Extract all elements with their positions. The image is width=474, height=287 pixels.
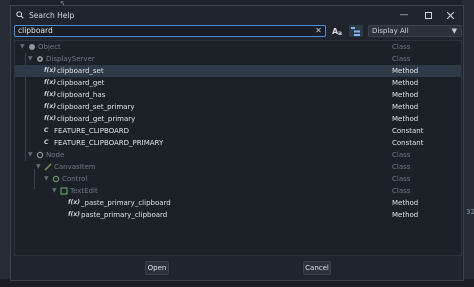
method-icon: f(x)	[68, 199, 80, 206]
result-name: paste_primary_clipboard	[81, 211, 168, 219]
result-type: Method	[392, 211, 419, 219]
open-button[interactable]: Open	[145, 261, 169, 275]
canvas-item-icon	[44, 163, 53, 171]
chevron-down-icon: ▼	[451, 27, 457, 35]
display-filter-value: Display All	[371, 27, 409, 35]
method-icon: f(x)	[44, 103, 56, 110]
result-type: Class	[392, 55, 411, 63]
constant-icon: C	[44, 127, 49, 134]
dialog-footer: Open Cancel	[11, 256, 463, 280]
result-type: Class	[392, 175, 411, 183]
result-type: Method	[392, 103, 419, 111]
result-row[interactable]: C FEATURE_CLIPBOARD_PRIMARY Constant	[15, 137, 461, 149]
cancel-button[interactable]: Cancel	[303, 261, 331, 275]
expand-arrow-icon[interactable]: ▼	[20, 41, 25, 53]
result-type: Method	[392, 199, 419, 207]
minimize-button[interactable]: —	[393, 6, 415, 24]
result-row[interactable]: ▼ CanvasItem Class	[15, 161, 461, 173]
hierarchy-toggle-button[interactable]	[349, 25, 363, 37]
result-type: Constant	[392, 139, 424, 147]
display-server-icon	[36, 55, 45, 63]
search-input-value: clipboard	[18, 26, 53, 35]
result-row[interactable]: f(x) clipboard_has Method	[15, 89, 461, 101]
result-type: Method	[392, 115, 419, 123]
result-row[interactable]: f(x) clipboard_get_primary Method	[15, 113, 461, 125]
hierarchy-icon	[351, 26, 361, 36]
result-name: Object	[38, 43, 61, 51]
result-name: DisplayServer	[46, 55, 95, 63]
maximize-icon	[424, 11, 432, 19]
result-name: _paste_primary_clipboard	[81, 199, 171, 207]
method-icon: f(x)	[44, 79, 56, 86]
text-edit-icon	[60, 187, 69, 195]
result-row[interactable]: ▼ Object Class	[15, 41, 461, 53]
control-icon	[52, 175, 61, 183]
case-sensitive-icon: A a	[332, 27, 342, 36]
display-filter-select[interactable]: Display All ▼	[367, 25, 462, 37]
result-row[interactable]: f(x) clipboard_set_primary Method	[15, 101, 461, 113]
result-name: clipboard_set	[57, 67, 104, 75]
search-help-dialog: Search Help — clipboard ✕ A a Display Al…	[10, 5, 464, 281]
window-title: Search Help	[29, 10, 75, 20]
result-row[interactable]: ▼ TextEdit Class	[15, 185, 461, 197]
result-row[interactable]: C FEATURE_CLIPBOARD Constant	[15, 125, 461, 137]
result-row[interactable]: ▼ DisplayServer Class	[15, 53, 461, 65]
result-row[interactable]: f(x) clipboard_get Method	[15, 77, 461, 89]
result-type: Method	[392, 67, 419, 75]
node-icon	[36, 151, 45, 159]
result-row[interactable]: f(x) _paste_primary_clipboard Method	[15, 197, 461, 209]
result-type: Class	[392, 187, 411, 195]
result-name: clipboard_has	[57, 91, 106, 99]
svg-text:a: a	[338, 30, 342, 36]
result-name: clipboard_set_primary	[57, 103, 135, 111]
background-line-number: 32	[466, 208, 474, 216]
result-type: Method	[392, 79, 419, 87]
result-row[interactable]: ▼ Node Class	[15, 149, 461, 161]
close-icon	[446, 11, 454, 19]
result-type: Class	[392, 163, 411, 171]
result-name: clipboard_get	[57, 79, 105, 87]
result-name: Node	[46, 151, 65, 159]
method-icon: f(x)	[44, 115, 56, 122]
search-input[interactable]: clipboard ✕	[14, 25, 326, 37]
result-name: CanvasItem	[54, 163, 96, 171]
object-icon	[28, 43, 37, 51]
results-tree[interactable]: ▼ Object Class ▼ DisplayServer Class f(x) clipb…	[14, 40, 462, 256]
close-button[interactable]	[439, 6, 461, 24]
result-type: Class	[392, 43, 411, 51]
result-row[interactable]: f(x) paste_primary_clipboard Method	[15, 209, 461, 221]
result-name: FEATURE_CLIPBOARD	[54, 127, 130, 135]
result-type: Constant	[392, 127, 424, 135]
background-panel-left	[0, 0, 10, 287]
maximize-button[interactable]	[417, 6, 439, 24]
result-row[interactable]: ▼ Control Class	[15, 173, 461, 185]
result-row[interactable]: f(x) clipboard_set Method	[15, 65, 461, 77]
case-sensitive-button[interactable]: A a	[331, 25, 345, 37]
result-type: Method	[392, 91, 419, 99]
result-name: Control	[62, 175, 88, 183]
expand-arrow-icon[interactable]: ▼	[28, 53, 33, 65]
expand-arrow-icon[interactable]: ▼	[36, 161, 41, 173]
search-row: clipboard ✕ A a Display All ▼	[14, 24, 462, 38]
result-type: Class	[392, 151, 411, 159]
method-icon: f(x)	[44, 67, 56, 74]
result-name: FEATURE_CLIPBOARD_PRIMARY	[54, 139, 164, 147]
expand-arrow-icon[interactable]: ▼	[28, 149, 33, 161]
method-icon: f(x)	[68, 211, 80, 218]
result-name: TextEdit	[70, 187, 98, 195]
result-name: clipboard_get_primary	[57, 115, 136, 123]
constant-icon: C	[44, 139, 49, 146]
search-icon	[16, 11, 24, 19]
expand-arrow-icon[interactable]: ▼	[44, 173, 49, 185]
clear-search-icon[interactable]: ✕	[315, 26, 322, 36]
expand-arrow-icon[interactable]: ▼	[52, 185, 57, 197]
title-bar: Search Help —	[11, 6, 463, 24]
method-icon: f(x)	[44, 91, 56, 98]
